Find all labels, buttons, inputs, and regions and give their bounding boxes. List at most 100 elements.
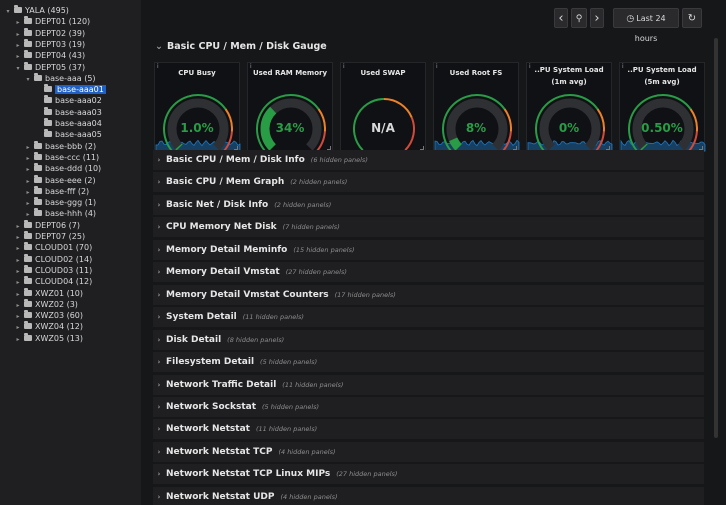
tree-node[interactable]: ▸ base-ddd (10) [24, 163, 101, 174]
row-title: Filesystem Detail [166, 357, 255, 368]
tree-node[interactable]: ▸ XWZ04 (12) [14, 321, 83, 332]
panel-title: CPU Busy [178, 69, 216, 77]
gauge-panel[interactable]: i Used SWAP N/A [340, 62, 426, 152]
time-range-picker[interactable]: ◷ Last 24 hours [613, 8, 679, 43]
time-forward-button[interactable]: › [590, 8, 604, 28]
tree-node[interactable]: ▸ base-hhh (4) [24, 208, 96, 219]
folder-icon [24, 242, 32, 251]
gauge-value: 0% [558, 121, 580, 135]
tree-node[interactable]: ▸ base-ggg (1) [24, 197, 96, 208]
caret-down-icon[interactable]: ▾ [4, 6, 12, 17]
row-title: Network Netstat [166, 424, 250, 435]
tree-node[interactable]: ▾ base-aaa (5) [24, 72, 96, 85]
chevron-right-icon: › [157, 223, 161, 232]
collapsed-row[interactable]: › Network Sockstat (5 hidden panels) [153, 396, 704, 417]
scrollbar[interactable] [714, 38, 718, 438]
host-tree: ▾ YALA (495) ▸ DEPT01 (120) ▸ DEPT02 (39) ▸ DEP… [0, 0, 141, 505]
tree-node[interactable]: ▸ CLOUD03 (11) [14, 264, 92, 276]
tree-node[interactable]: ▸ XWZ05 (13) [14, 332, 84, 345]
tree-node[interactable]: ▸ CLOUD02 (14) [14, 253, 92, 265]
folder-icon [34, 72, 42, 81]
gauge-panel[interactable]: i Used Root FS 8% [433, 62, 520, 153]
tree-node[interactable]: ▸ CLOUD04 (12) [14, 276, 92, 287]
hidden-panels-count: (11 hidden panels) [242, 313, 304, 322]
folder-icon [44, 84, 52, 93]
collapsed-row[interactable]: › Network Traffic Detail (11 hidden panels… [153, 374, 704, 395]
clock-icon: ◷ [626, 14, 635, 24]
caret-down-icon[interactable]: ▾ [24, 74, 32, 85]
chevron-right-icon: › [157, 335, 161, 344]
collapsed-row[interactable]: › Filesystem Detail (5 hidden panels) [153, 352, 704, 373]
tree-node-label: XWZ03 (60) [35, 311, 84, 321]
collapsed-row[interactable]: › Network Netstat TCP Linux MIPs (27 hidde… [153, 464, 704, 485]
tree-node[interactable]: ▸ DEPT07 (25) [14, 231, 85, 242]
collapsed-row[interactable]: › Network Netstat TCP (4 hidden panels) [153, 441, 704, 462]
folder-icon [44, 129, 52, 138]
row-header-basic-gauge[interactable]: ⌄ Basic CPU / Mem / Disk Gauge [155, 39, 327, 55]
tree-node[interactable]: base-aaa01 [34, 84, 106, 95]
tree-node[interactable]: ▸ CLOUD01 (70) [14, 242, 92, 253]
tree-node[interactable]: ▸ base-ccc (11) [24, 151, 99, 163]
chevron-right-icon: › [157, 268, 161, 277]
tree-node[interactable]: ▸ base-eee (2) [24, 174, 96, 186]
tree-node[interactable]: ▸ XWZ01 (10) [14, 287, 83, 299]
collapsed-row[interactable]: › CPU Memory Net Disk (7 hidden panels) [153, 217, 704, 238]
collapsed-row[interactable]: › Network Netstat (11 hidden panels) [153, 419, 704, 440]
folder-icon [34, 197, 42, 206]
tree-node-label: DEPT03 (19) [35, 39, 86, 49]
collapsed-row[interactable]: › Memory Detail Vmstat (27 hidden panels) [153, 262, 704, 283]
tree-node-label: DEPT05 (37) [35, 62, 86, 72]
collapsed-row[interactable]: › Basic CPU / Mem Graph (2 hidden panels) [153, 172, 704, 193]
panel-title: ..PU System Load (1m avg) [534, 66, 604, 86]
tree-node[interactable]: ▾ DEPT05 (37) [14, 61, 86, 74]
gauge-panel[interactable]: i CPU Busy 1.0% [154, 62, 241, 153]
gauge-panel[interactable]: i ..PU System Load (1m avg) 0% [526, 62, 613, 153]
panel-title: Used RAM Memory [252, 69, 328, 77]
folder-icon [24, 298, 32, 307]
gauge-panel[interactable]: i Used RAM Memory 34% [247, 62, 333, 153]
tree-node[interactable]: base-aaa04 [34, 118, 102, 129]
tree-node[interactable]: ▸ DEPT06 (7) [14, 219, 80, 231]
row-title: Network Sockstat [166, 401, 257, 412]
tree-node[interactable]: ▾ YALA (495) [4, 5, 69, 16]
chevron-right-icon: › [157, 313, 161, 322]
time-back-button[interactable]: ‹ [554, 8, 568, 28]
tree-node[interactable]: ▸ DEPT01 (120) [14, 16, 90, 27]
collapsed-row[interactable]: › Memory Detail Meminfo (15 hidden panels) [153, 239, 704, 260]
tree-node[interactable]: ▸ base-bbb (2) [24, 140, 96, 152]
tree-node[interactable]: ▸ XWZ03 (60) [14, 310, 83, 321]
hidden-panels-count: (2 hidden panels) [274, 200, 332, 209]
tree-node-label: base-fff (2) [45, 186, 90, 196]
tree-node[interactable]: ▸ DEPT02 (39) [14, 27, 85, 39]
caret-right-icon[interactable]: ▸ [14, 334, 22, 345]
row-title: Network Traffic Detail [166, 379, 277, 390]
hidden-panels-count: (4 hidden panels) [280, 492, 338, 501]
zoom-out-icon: ⚲ [575, 14, 583, 24]
tree-node[interactable]: base-aaa02 [34, 95, 102, 106]
collapsed-row[interactable]: › Network Netstat UDP (4 hidden panels) [153, 486, 704, 505]
collapsed-row[interactable]: › Memory Detail Vmstat Counters (17 hidden… [153, 284, 704, 305]
tree-node-label: XWZ05 (13) [35, 333, 84, 343]
collapsed-row[interactable]: › System Detail (11 hidden panels) [153, 307, 704, 328]
tree-node-label: base-aaa03 [55, 107, 102, 117]
zoom-out-button[interactable]: ⚲ [571, 8, 587, 28]
row-title: Disk Detail [166, 334, 222, 345]
gauge-panel[interactable]: i ..PU System Load (5m avg) 0.50% [619, 62, 706, 153]
tree-node[interactable]: ▸ XWZ02 (3) [14, 298, 78, 310]
folder-icon [44, 106, 52, 115]
collapsed-row[interactable]: › Basic Net / Disk Info (2 hidden panels) [153, 194, 704, 215]
chevron-down-icon: ⌄ [155, 41, 163, 52]
tree-node[interactable]: ▸ DEPT03 (19) [14, 38, 86, 50]
tree-node[interactable]: base-aaa03 [34, 106, 102, 118]
collapsed-row[interactable]: › Basic CPU / Mem / Disk Info (6 hidden pa… [153, 150, 704, 170]
tree-node[interactable]: base-aaa05 [34, 129, 102, 140]
collapsed-row[interactable]: › Disk Detail (8 hidden panels) [153, 329, 704, 350]
row-title: Network Netstat TCP Linux MIPs [166, 469, 331, 480]
gauge-value: 8% [465, 121, 487, 135]
tree-node[interactable]: ▸ base-fff (2) [24, 185, 90, 197]
hidden-panels-count: (8 hidden panels) [227, 335, 285, 344]
tree-node[interactable]: ▸ DEPT04 (43) [14, 50, 85, 61]
hidden-panels-count: (15 hidden panels) [293, 245, 355, 254]
caret-down-icon[interactable]: ▾ [14, 63, 22, 74]
refresh-button[interactable]: ↻ [682, 8, 702, 28]
